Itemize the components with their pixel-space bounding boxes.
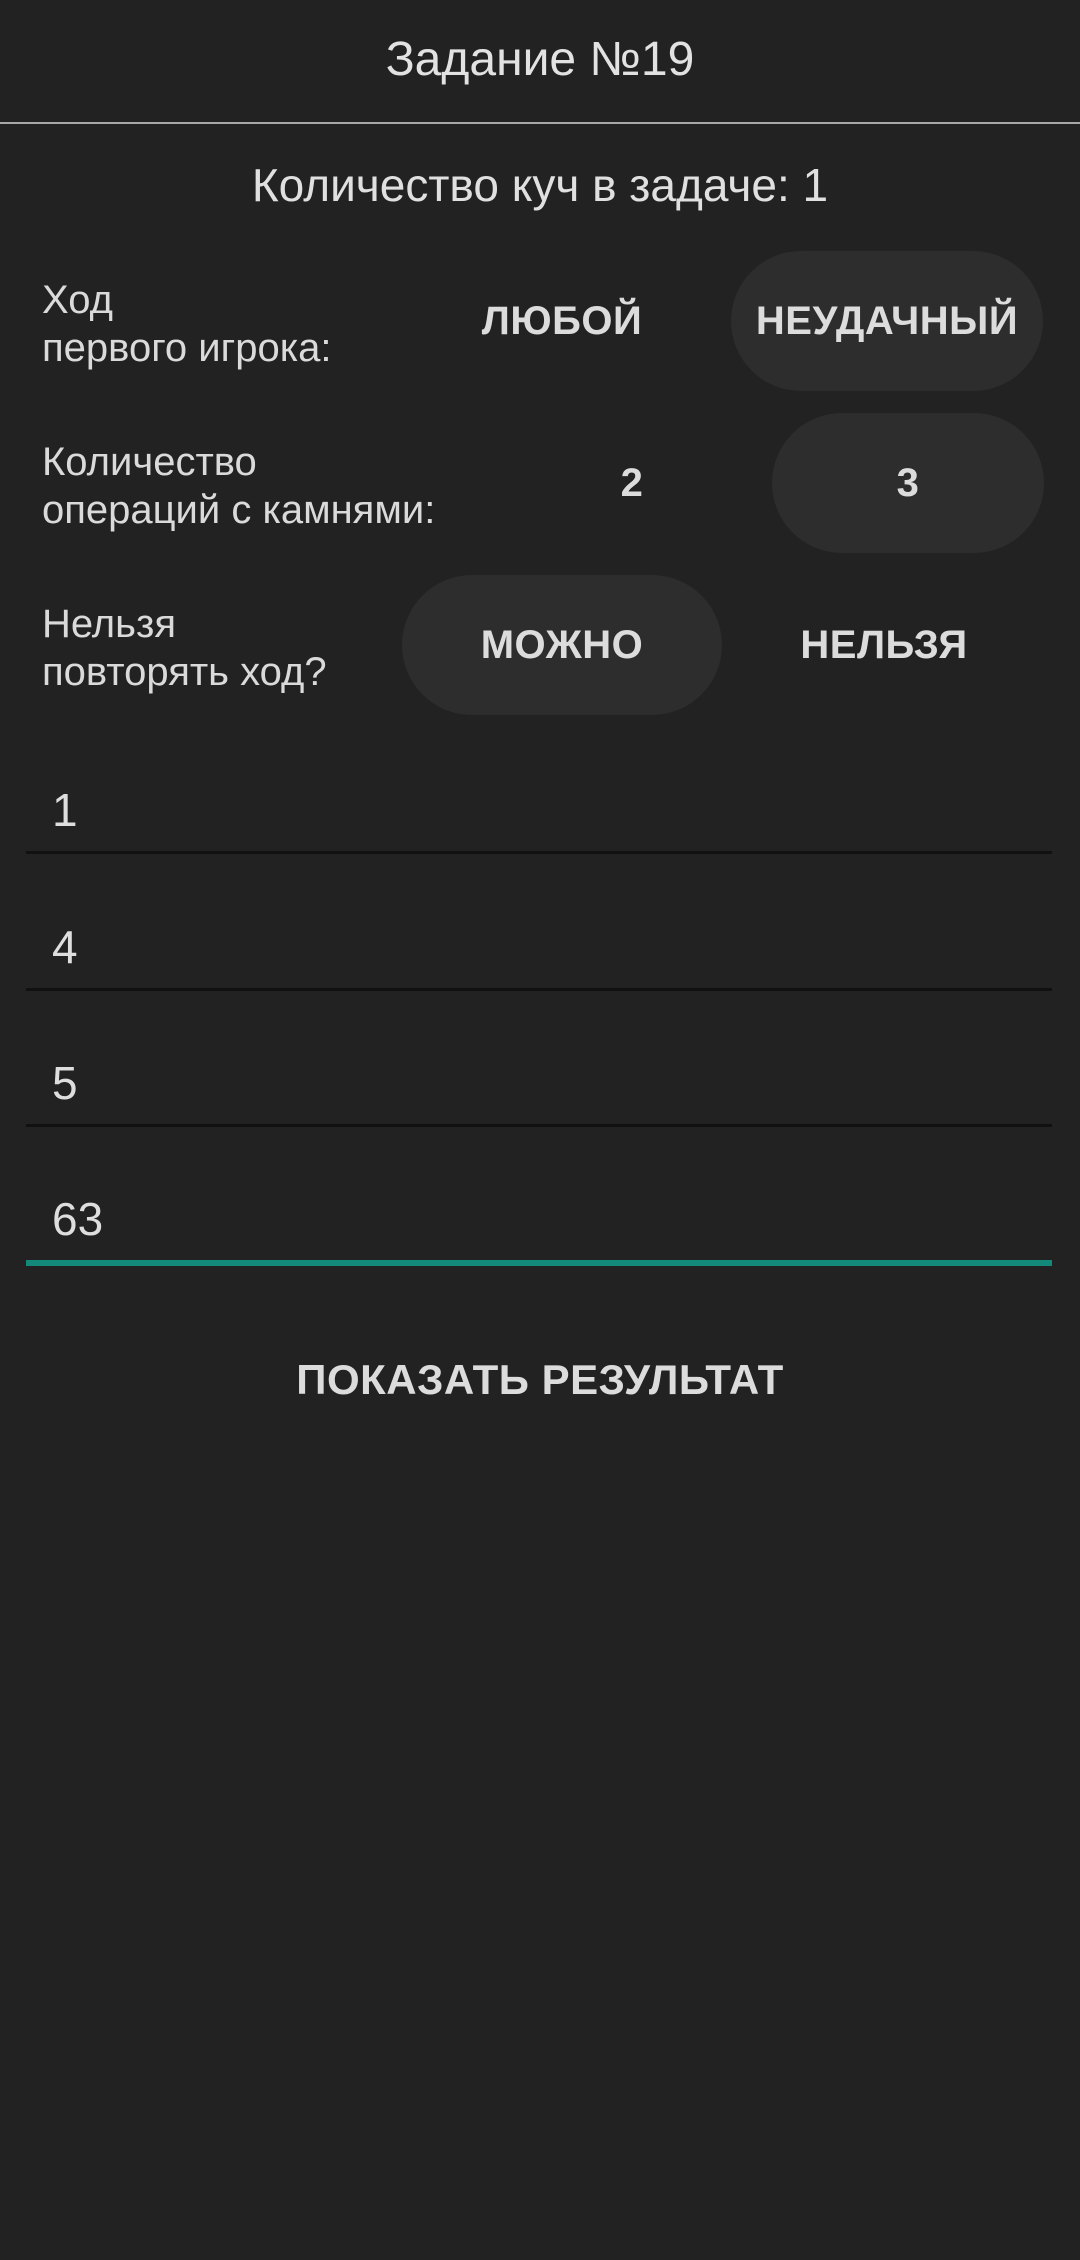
- first-move-label-line2: первого игрока:: [42, 326, 332, 370]
- screen: Задание №19 Количество куч в задаче: 1 Х…: [0, 0, 1080, 2260]
- pile-input-2-field: [26, 855, 1052, 991]
- app-bar: Задание №19: [0, 0, 1080, 124]
- app-title: Задание №19: [385, 32, 695, 86]
- operations-option-3[interactable]: 3: [772, 413, 1044, 553]
- pile-input-3-field: [26, 991, 1052, 1127]
- repeat-move-option-forbidden[interactable]: НЕЛЬЗЯ: [764, 575, 1004, 715]
- operations-option-2[interactable]: 2: [552, 413, 712, 553]
- pile-input-2[interactable]: [52, 920, 1012, 974]
- pile-input-4[interactable]: [52, 1192, 1012, 1246]
- pile-input-4-field: [26, 1130, 1052, 1266]
- first-move-label: Ход первого игрока:: [42, 276, 331, 372]
- pile-input-1[interactable]: [52, 783, 1012, 837]
- pile-input-3[interactable]: [52, 1056, 1012, 1110]
- show-result-button[interactable]: ПОКАЗАТЬ РЕЗУЛЬТАТ: [0, 1340, 1080, 1420]
- first-move-option-unlucky[interactable]: НЕУДАЧНЫЙ: [731, 251, 1043, 391]
- operations-label-line1: Количество: [42, 440, 257, 484]
- repeat-move-label: Нельзя повторять ход?: [42, 600, 327, 696]
- repeat-move-label-line2: повторять ход?: [42, 650, 327, 694]
- pile-count-text: Количество куч в задаче: 1: [251, 159, 829, 211]
- repeat-move-option-allowed[interactable]: МОЖНО: [402, 575, 722, 715]
- first-move-label-line1: Ход: [42, 278, 113, 322]
- repeat-move-label-line1: Нельзя: [42, 602, 176, 646]
- operations-label-line2: операций с камнями:: [42, 488, 436, 532]
- first-move-option-any[interactable]: ЛЮБОЙ: [446, 251, 678, 391]
- operations-label: Количество операций с камнями:: [42, 438, 435, 534]
- pile-input-1-field: [26, 718, 1052, 854]
